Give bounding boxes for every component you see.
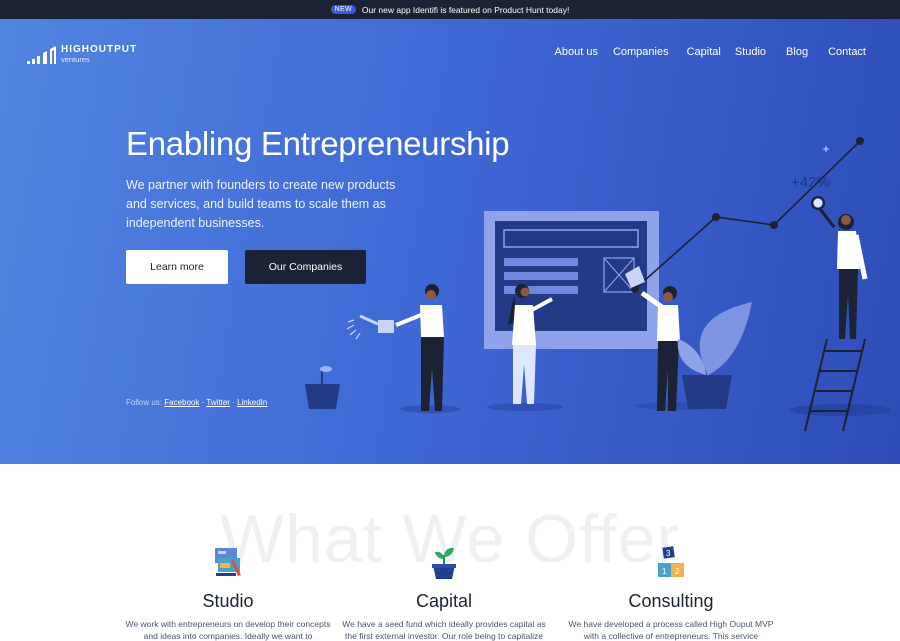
learn-more-button[interactable]: Learn more <box>126 250 228 284</box>
design-tools-icon <box>215 548 241 576</box>
nav-studio[interactable]: Studio <box>735 46 766 58</box>
linkedin-link[interactable]: LinkedIn <box>237 398 267 407</box>
person-watering-icon <box>346 284 444 411</box>
announcement-bar[interactable]: NEW Our new app Identifi is featured on … <box>0 0 900 19</box>
large-potted-plant-icon <box>677 302 752 409</box>
potted-sprout-icon <box>432 547 456 579</box>
hero-section: HIGHOUTPUT ventures About us Companies C… <box>0 19 900 464</box>
growth-team-illustration: +42% <box>305 137 890 432</box>
brand-sub: ventures <box>61 55 90 64</box>
offer-description: We have a seed fund which ideally provid… <box>342 619 546 641</box>
link-separator: · <box>201 398 205 407</box>
person-with-magnifier-icon <box>811 196 868 339</box>
offer-capital: Capital We have a seed fund which ideall… <box>329 545 559 641</box>
brand-logo[interactable]: HIGHOUTPUT ventures <box>27 44 137 64</box>
watering-can-icon <box>346 314 394 340</box>
nav-blog[interactable]: Blog <box>786 46 808 58</box>
announcement-message[interactable]: Our new app Identifi is featured on Prod… <box>362 5 569 15</box>
offer-studio: Studio We work with entrepreneurs on dev… <box>113 545 343 641</box>
offer-title: Capital <box>415 591 473 611</box>
follow-label: Follow us: <box>126 398 163 407</box>
offer-title: Consulting <box>628 591 714 611</box>
link-separator: · <box>232 398 235 407</box>
nav-contact[interactable]: Contact <box>828 46 866 58</box>
twitter-link[interactable]: Twitter <box>206 398 230 407</box>
ladder-icon <box>804 338 866 432</box>
svg-text:2: 2 <box>675 567 680 576</box>
new-badge: NEW <box>330 5 356 14</box>
bar-chart-logo-icon <box>27 46 56 64</box>
offer-description: We work with entrepreneurs on develop th… <box>125 619 331 641</box>
follow-us: Follow us: Facebook · Twitter · LinkedIn <box>126 398 267 407</box>
nav-capital[interactable]: Capital <box>687 46 721 58</box>
brand-name: HIGHOUTPUT <box>61 44 138 55</box>
facebook-link[interactable]: Facebook <box>164 398 199 407</box>
main-nav: About us Companies Capital Studio Blog C… <box>555 46 866 58</box>
number-blocks-icon: 3 1 2 <box>658 546 684 577</box>
growth-chart-icon <box>631 137 864 293</box>
offer-consulting: 3 1 2 Consulting We have developed a pro… <box>556 545 786 641</box>
growth-label: +42% <box>791 174 830 191</box>
svg-text:3: 3 <box>666 549 671 558</box>
small-potted-plant-icon <box>305 366 340 409</box>
offer-title: Studio <box>202 591 254 611</box>
nav-companies[interactable]: Companies <box>613 46 669 58</box>
offer-description: We have developed a process called High … <box>568 619 774 641</box>
nav-about-us[interactable]: About us <box>555 46 598 58</box>
svg-text:1: 1 <box>662 567 667 576</box>
